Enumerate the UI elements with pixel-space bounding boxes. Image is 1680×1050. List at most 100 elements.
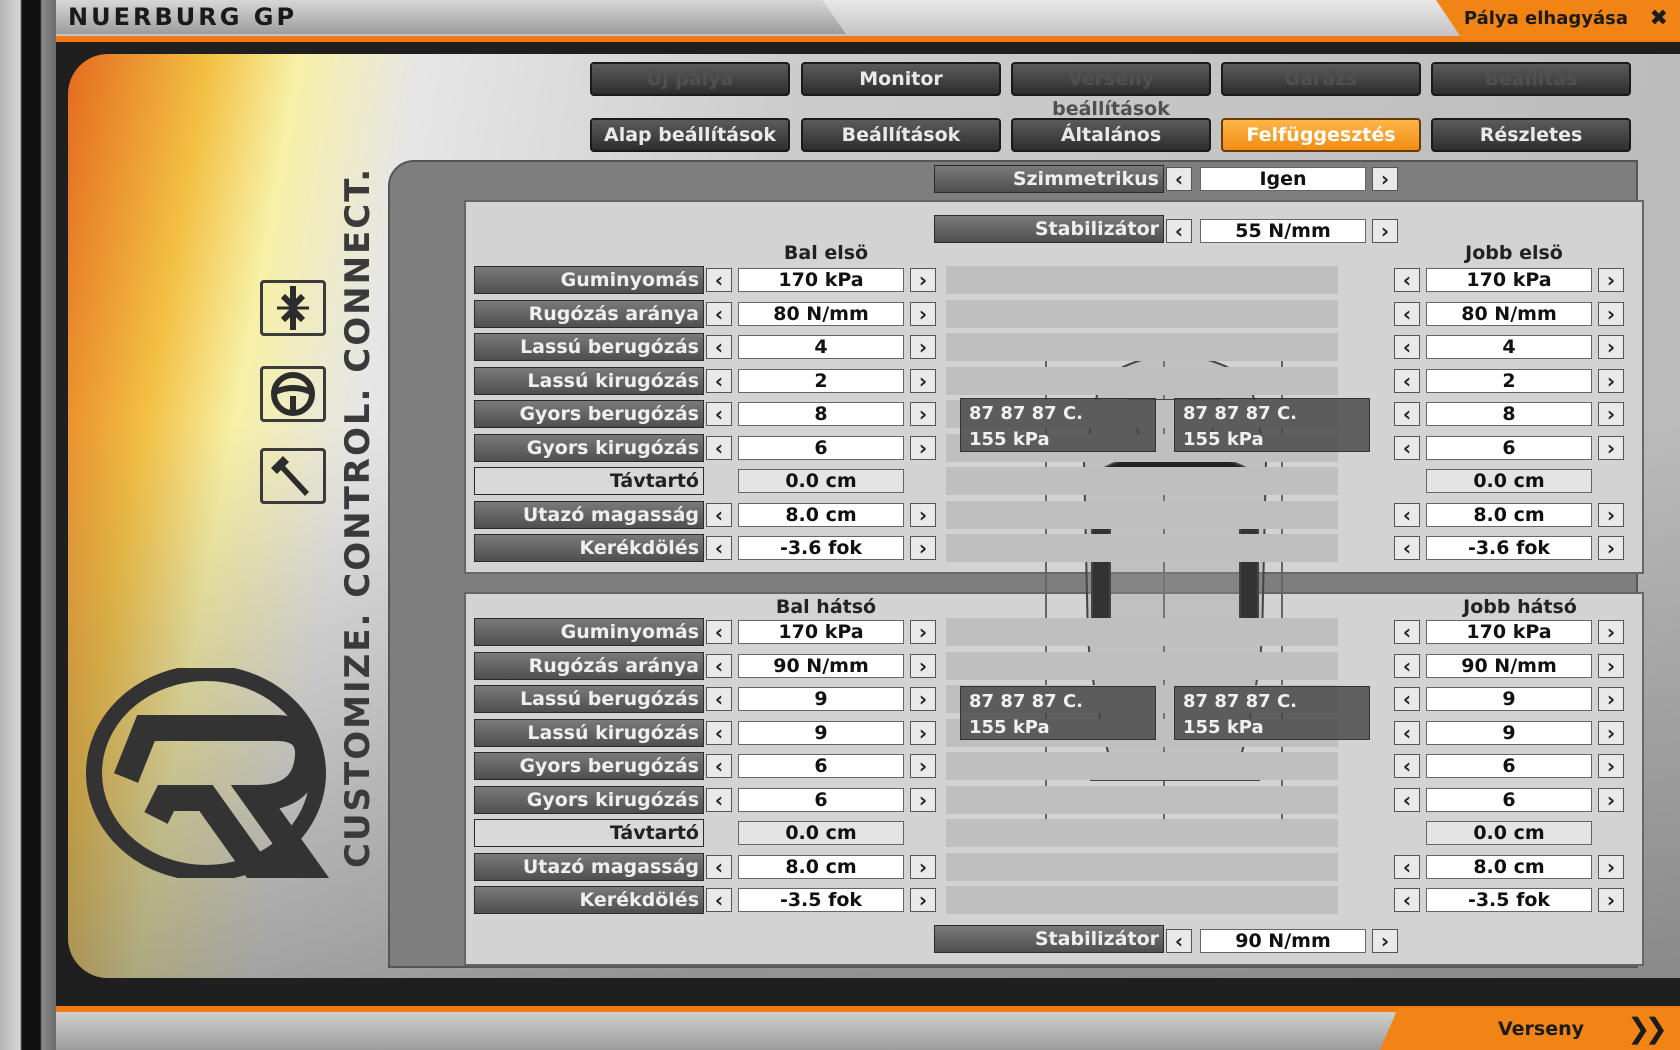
front-left-increase[interactable]: › [910,369,936,393]
close-icon[interactable]: ✖ [1650,6,1668,31]
rear-right-value: 6 [1426,788,1592,812]
front-left-increase[interactable]: › [910,335,936,359]
front-row-label: Távtartó [474,467,704,495]
front-left-decrease[interactable]: ‹ [706,402,732,426]
front-right-increase[interactable]: › [1598,302,1624,326]
front-right-decrease[interactable]: ‹ [1394,402,1420,426]
front-left-increase[interactable]: › [910,503,936,527]
rear-right-tyre-info: 87 87 87 C. 155 kPa [1174,686,1370,740]
rear-right-decrease[interactable]: ‹ [1394,788,1420,812]
subtab-suspension[interactable]: Felfüggesztés [1221,118,1421,152]
front-stabilizer-decrease[interactable]: ‹ [1166,219,1192,243]
front-right-decrease[interactable]: ‹ [1394,436,1420,460]
front-left-increase[interactable]: › [910,402,936,426]
race-button-label[interactable]: Verseny [1498,1018,1584,1040]
rear-right-increase[interactable]: › [1598,788,1624,812]
front-left-increase[interactable]: › [910,436,936,460]
front-right-decrease[interactable]: ‹ [1394,268,1420,292]
front-left-tyre-pressure: 155 kPa [969,429,1050,450]
front-left-increase[interactable]: › [910,536,936,560]
front-right-increase[interactable]: › [1598,536,1624,560]
front-right-decrease[interactable]: ‹ [1394,302,1420,326]
front-right-decrease[interactable]: ‹ [1394,335,1420,359]
symmetric-increase[interactable]: › [1372,167,1398,191]
rear-left-value: 9 [738,721,904,745]
rear-right-increase[interactable]: › [1598,888,1624,912]
symmetric-decrease[interactable]: ‹ [1166,167,1192,191]
rear-right-decrease[interactable]: ‹ [1394,654,1420,678]
steering-wheel-icon[interactable] [260,366,326,422]
rear-left-increase[interactable]: › [910,687,936,711]
front-left-decrease[interactable]: ‹ [706,335,732,359]
rear-left-decrease[interactable]: ‹ [706,721,732,745]
front-right-decrease[interactable]: ‹ [1394,536,1420,560]
rear-left-decrease[interactable]: ‹ [706,620,732,644]
front-left-decrease[interactable]: ‹ [706,536,732,560]
front-stabilizer-increase[interactable]: › [1372,219,1398,243]
rear-right-decrease[interactable]: ‹ [1394,620,1420,644]
leave-track-label[interactable]: Pálya elhagyása [1464,8,1628,29]
front-right-increase[interactable]: › [1598,268,1624,292]
suspension-icon[interactable] [260,280,326,336]
rear-left-increase[interactable]: › [910,855,936,879]
front-left-decrease[interactable]: ‹ [706,503,732,527]
front-right-increase[interactable]: › [1598,436,1624,460]
front-right-increase[interactable]: › [1598,335,1624,359]
rear-left-increase[interactable]: › [910,721,936,745]
rear-stabilizer-increase[interactable]: › [1372,929,1398,953]
rear-left-increase[interactable]: › [910,654,936,678]
subtab-general[interactable]: Általános [1011,118,1211,152]
front-left-tyre-temps: 87 87 87 C. [969,403,1083,424]
rear-right-increase[interactable]: › [1598,620,1624,644]
rear-right-decrease[interactable]: ‹ [1394,687,1420,711]
rear-left-increase[interactable]: › [910,888,936,912]
front-right-increase[interactable]: › [1598,402,1624,426]
front-left-decrease[interactable]: ‹ [706,436,732,460]
front-left-decrease[interactable]: ‹ [706,268,732,292]
rear-left-increase[interactable]: › [910,754,936,778]
tab-garage[interactable]: Garázs [1221,62,1421,96]
forward-icon[interactable]: ❯❯ [1627,1012,1668,1045]
rear-right-decrease[interactable]: ‹ [1394,888,1420,912]
rear-left-value: 6 [738,788,904,812]
tab-setup[interactable]: Beállítás [1431,62,1631,96]
rear-stabilizer-decrease[interactable]: ‹ [1166,929,1192,953]
front-right-increase[interactable]: › [1598,503,1624,527]
subtab-detailed[interactable]: Részletes [1431,118,1631,152]
rear-right-decrease[interactable]: ‹ [1394,721,1420,745]
rear-left-value: 0.0 cm [738,821,904,845]
rear-right-increase[interactable]: › [1598,654,1624,678]
rear-left-decrease[interactable]: ‹ [706,654,732,678]
rear-right-increase[interactable]: › [1598,687,1624,711]
rear-left-decrease[interactable]: ‹ [706,687,732,711]
subtab-basic-settings[interactable]: Alap beállítások [590,118,790,152]
symmetric-label: Szimmetrikus [934,165,1164,193]
subtab-settings[interactable]: Beállítások [801,118,1001,152]
rear-left-decrease[interactable]: ‹ [706,754,732,778]
wrench-icon[interactable] [260,448,326,504]
rear-right-increase[interactable]: › [1598,855,1624,879]
rear-left-decrease[interactable]: ‹ [706,855,732,879]
front-right-increase[interactable]: › [1598,369,1624,393]
tab-new-track[interactable]: Új pálya [590,62,790,96]
front-left-decrease[interactable]: ‹ [706,369,732,393]
rear-right-title: Jobb hátsó [1463,596,1577,618]
front-left-decrease[interactable]: ‹ [706,302,732,326]
rear-left-decrease[interactable]: ‹ [706,888,732,912]
rear-left-increase[interactable]: › [910,620,936,644]
front-left-title: Bal elsö [783,242,869,264]
front-right-decrease[interactable]: ‹ [1394,503,1420,527]
rear-left-increase[interactable]: › [910,788,936,812]
rear-right-increase[interactable]: › [1598,721,1624,745]
rear-right-decrease[interactable]: ‹ [1394,754,1420,778]
front-left-increase[interactable]: › [910,302,936,326]
tab-monitor[interactable]: Monitor [801,62,1001,96]
tab-race-settings[interactable]: Verseny beállítások [1011,62,1211,120]
rear-left-decrease[interactable]: ‹ [706,788,732,812]
rear-right-decrease[interactable]: ‹ [1394,855,1420,879]
rear-right-increase[interactable]: › [1598,754,1624,778]
rear-row-label: Lassú kirugózás [474,719,704,747]
front-left-increase[interactable]: › [910,268,936,292]
front-right-decrease[interactable]: ‹ [1394,369,1420,393]
rear-row-divider [946,618,1338,646]
